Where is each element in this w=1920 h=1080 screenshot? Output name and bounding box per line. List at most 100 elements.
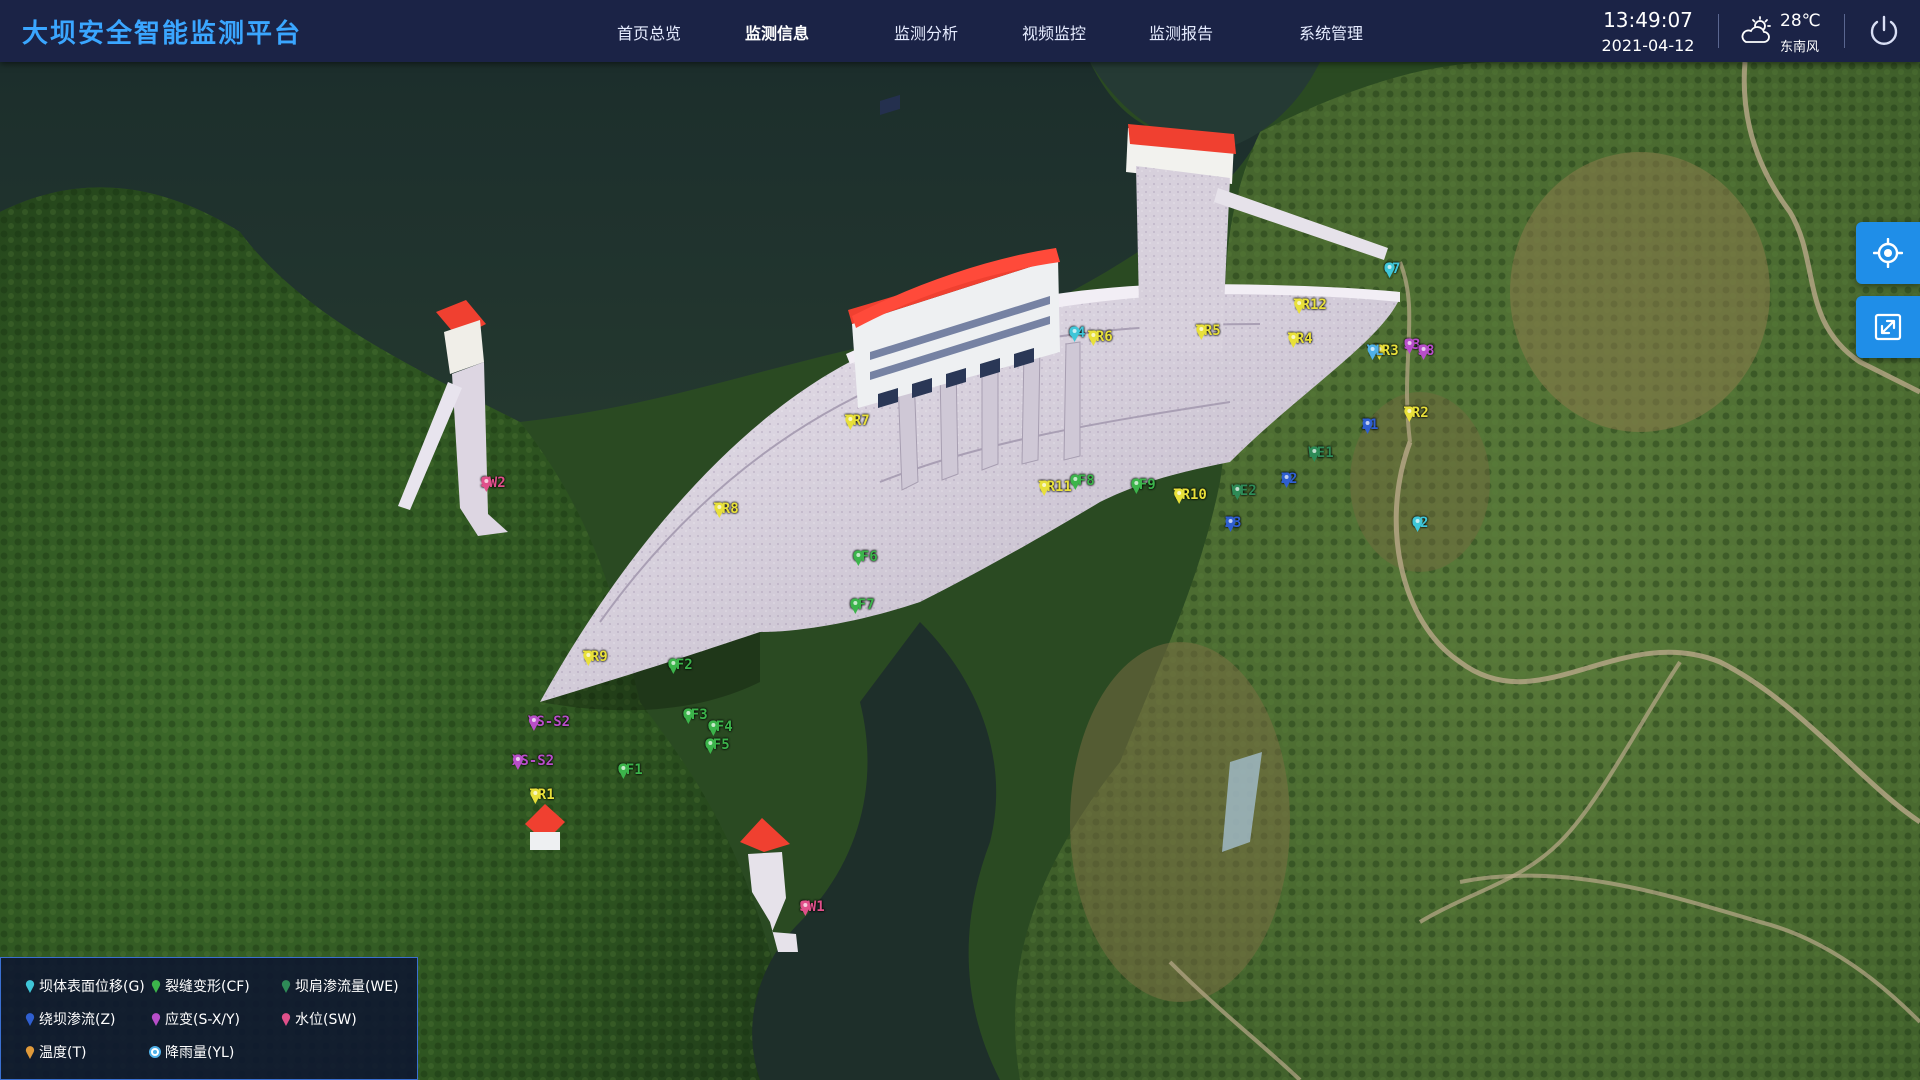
legend-label: 裂缝变形(CF) <box>165 979 250 995</box>
map-pin-icon <box>512 754 523 770</box>
divider <box>1718 14 1719 48</box>
monitoring-point-marker[interactable]: TR10 <box>1173 487 1207 504</box>
legend-label: 坝肩渗流量(WE) <box>295 979 399 995</box>
map-pin-icon <box>25 980 35 993</box>
legend-item-bypass-seepage[interactable]: 绕坝渗流(Z) <box>25 1009 116 1029</box>
dam-3d-scene[interactable]: G7G4G2TR6TR5TR4TR3TR2TR7TR8TR9TR1TR11TR1… <box>0 62 1920 1080</box>
legend-item-water-level[interactable]: 水位(SW) <box>281 1009 357 1029</box>
monitoring-point-marker[interactable]: TR11 <box>1038 479 1072 496</box>
partly-cloudy-icon <box>1741 16 1771 43</box>
monitoring-point-marker[interactable]: YS-S2 <box>528 714 570 731</box>
map-pin-icon <box>714 502 725 518</box>
monitoring-point-marker[interactable]: WE2 <box>1231 483 1257 500</box>
monitoring-point-marker[interactable]: Z2 <box>1281 471 1297 488</box>
nav-home-overview[interactable]: 首页总览 <box>617 20 681 44</box>
monitoring-point-marker[interactable]: CF8 <box>1069 473 1095 490</box>
monitoring-point-marker[interactable]: XS-S2 <box>512 753 554 770</box>
legend-item-crack-deformation[interactable]: 裂缝变形(CF) <box>151 976 250 996</box>
legend-label: 应变(S-X/Y) <box>165 1012 241 1028</box>
map-pin-icon <box>583 650 594 666</box>
nav-system-management[interactable]: 系统管理 <box>1299 20 1363 44</box>
monitoring-point-marker[interactable]: CF9 <box>1130 477 1156 494</box>
map-pin-icon <box>1288 332 1299 348</box>
monitoring-point-marker[interactable]: TR4 <box>1287 331 1313 348</box>
map-pin-icon <box>1367 344 1378 360</box>
map-pin-icon <box>1039 480 1050 496</box>
wind-direction: 东南风 <box>1780 40 1820 55</box>
map-pin-icon <box>1131 478 1142 494</box>
legend-item-temperature[interactable]: 温度(T) <box>25 1042 86 1062</box>
nav-video-monitoring[interactable]: 视频监控 <box>1022 20 1086 44</box>
map-pin-icon <box>1309 446 1320 462</box>
monitoring-point-marker[interactable]: WE1 <box>1308 445 1334 462</box>
legend-label: 降雨量(YL) <box>165 1045 235 1061</box>
monitoring-point-marker[interactable]: TR6 <box>1087 329 1113 346</box>
map-pin-icon <box>1088 330 1099 346</box>
monitoring-point-marker[interactable]: CF6 <box>852 549 878 566</box>
monitoring-point-marker[interactable]: CF4 <box>707 719 733 736</box>
map-pin-icon <box>25 1013 35 1026</box>
nav-monitoring-report[interactable]: 监测报告 <box>1149 20 1213 44</box>
monitoring-point-marker[interactable]: Z1 <box>1362 417 1378 434</box>
power-icon[interactable] <box>1866 13 1902 49</box>
clock: 13:49:07 2021-04-12 <box>1596 8 1700 55</box>
monitoring-point-marker[interactable]: CF2 <box>667 657 693 674</box>
legend-label: 水位(SW) <box>295 1012 357 1028</box>
legend-item-surface-displacement[interactable]: 坝体表面位移(G) <box>25 976 145 996</box>
legend-label: 坝体表面位移(G) <box>39 979 145 995</box>
monitoring-point-marker[interactable]: CF5 <box>704 737 730 754</box>
map-pin-icon <box>530 788 541 804</box>
legend-panel: 坝体表面位移(G) 裂缝变形(CF) 坝肩渗流量(WE) 绕坝渗流(Z) 应变(… <box>0 957 418 1080</box>
map-pin-icon <box>281 1013 291 1026</box>
legend-item-strain[interactable]: 应变(S-X/Y) <box>151 1009 240 1029</box>
map-pin-icon <box>1404 338 1415 354</box>
clock-date: 2021-04-12 <box>1601 36 1695 55</box>
nav-monitoring-analysis[interactable]: 监测分析 <box>894 20 958 44</box>
map-pin-icon <box>151 980 161 993</box>
map-pin-icon <box>668 658 679 674</box>
map-pin-icon <box>708 720 719 736</box>
map-pin-icon <box>25 1046 35 1059</box>
monitoring-point-marker[interactable]: SW1 <box>799 899 825 916</box>
map-pin-icon <box>1384 262 1395 278</box>
monitoring-point-marker[interactable]: YL <box>1367 343 1383 360</box>
monitoring-point-marker[interactable]: TR8 <box>713 501 739 518</box>
divider <box>1844 14 1845 48</box>
temperature: 28℃ <box>1780 11 1821 31</box>
map-pin-icon <box>853 550 864 566</box>
satellite-terrain <box>0 62 1920 1080</box>
legend-item-abutment-seepage[interactable]: 坝肩渗流量(WE) <box>281 976 399 996</box>
monitoring-point-marker[interactable]: CF7 <box>849 597 875 614</box>
map-pin-icon <box>705 738 716 754</box>
map-pin-icon <box>528 715 539 731</box>
monitoring-point-marker[interactable]: G7 <box>1384 261 1400 278</box>
map-pin-icon <box>683 708 694 724</box>
locate-icon <box>1873 238 1903 268</box>
monitoring-point-marker[interactable]: G2 <box>1412 515 1428 532</box>
map-pin-icon <box>281 980 291 993</box>
fullscreen-button[interactable] <box>1856 296 1920 358</box>
map-pin-icon <box>1232 484 1243 500</box>
monitoring-point-marker[interactable]: CF3 <box>682 707 708 724</box>
monitoring-point-marker[interactable]: S8 <box>1418 343 1434 360</box>
monitoring-point-marker[interactable]: TR5 <box>1195 323 1221 340</box>
locate-button[interactable] <box>1856 222 1920 284</box>
map-pin-icon <box>1294 298 1305 314</box>
monitoring-point-marker[interactable]: SW2 <box>480 475 506 492</box>
nav-monitoring-info[interactable]: 监测信息 <box>745 20 809 44</box>
monitoring-point-marker[interactable]: TR9 <box>582 649 608 666</box>
monitoring-point-marker[interactable]: TR2 <box>1403 405 1429 422</box>
monitoring-point-marker[interactable]: TR12 <box>1293 297 1327 314</box>
map-pin-icon <box>1070 474 1081 490</box>
map-pin-icon <box>1281 472 1292 488</box>
map-pin-icon <box>1362 418 1373 434</box>
monitoring-point-marker[interactable]: CF1 <box>617 762 643 779</box>
monitoring-point-marker[interactable]: TR7 <box>844 413 870 430</box>
monitoring-point-marker[interactable]: Z3 <box>1225 515 1241 532</box>
map-pin-icon <box>1225 516 1236 532</box>
legend-label: 绕坝渗流(Z) <box>39 1012 116 1028</box>
monitoring-point-marker[interactable]: TR1 <box>529 787 555 804</box>
legend-item-rainfall[interactable]: 降雨量(YL) <box>149 1042 234 1062</box>
map-pin-icon <box>1196 324 1207 340</box>
monitoring-point-marker[interactable]: G4 <box>1069 325 1085 342</box>
